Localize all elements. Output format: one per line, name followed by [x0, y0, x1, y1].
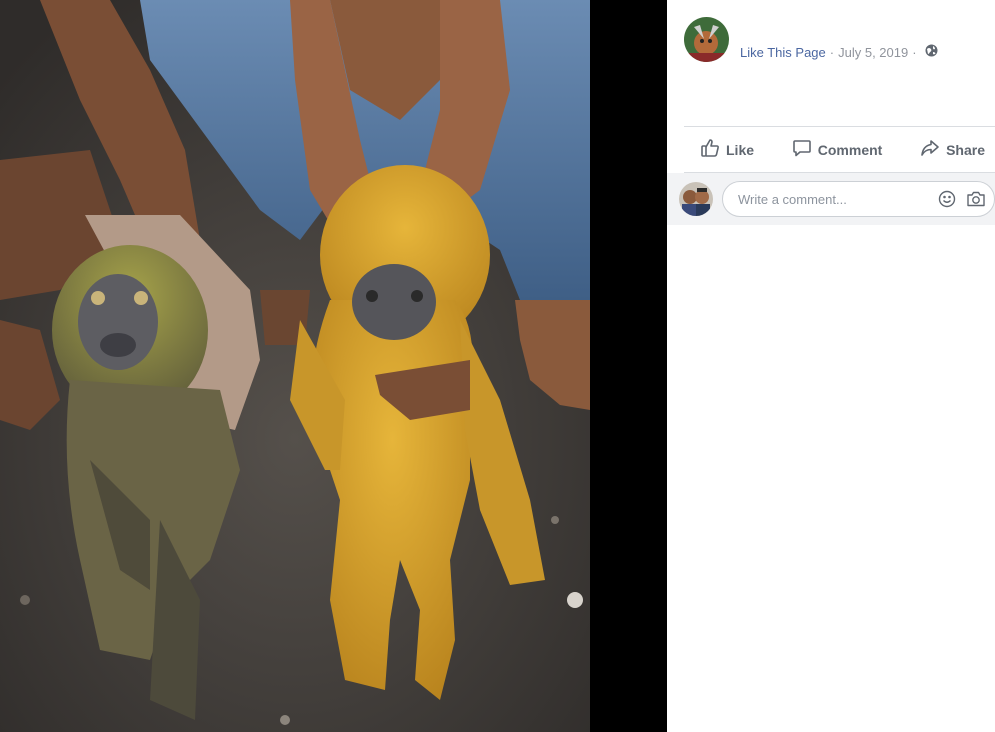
comment-label: Comment [817, 141, 883, 158]
meta-separator: · [829, 44, 835, 60]
comment-composer [667, 173, 995, 225]
page-avatar[interactable] [684, 17, 729, 62]
page-avatar-image [684, 17, 729, 62]
post-date[interactable]: July 5, 2019 [838, 45, 908, 60]
comment-input[interactable] [736, 190, 928, 208]
monkeys-photo [0, 0, 590, 732]
user-avatar[interactable] [679, 182, 713, 216]
meta-separator: · [912, 44, 917, 60]
speech-bubble-icon [792, 138, 812, 161]
thumbs-up-icon [700, 138, 720, 161]
share-arrow-icon [920, 138, 940, 161]
page-name-link[interactable]: Like This Page [740, 45, 826, 60]
post-meta: Like This Page · July 5, 2019 · [740, 44, 938, 60]
globe-icon[interactable] [925, 44, 938, 60]
share-label: Share [946, 141, 985, 158]
post-actions: Like Comment Share [684, 127, 995, 172]
comment-button[interactable]: Comment [792, 138, 883, 161]
user-avatar-image [679, 182, 713, 216]
post-photo[interactable] [0, 0, 590, 732]
comment-box[interactable] [722, 181, 995, 217]
like-button[interactable]: Like [700, 138, 754, 161]
camera-icon[interactable] [966, 190, 986, 208]
like-label: Like [726, 141, 755, 158]
share-button[interactable]: Share [920, 138, 985, 161]
photo-letterbox [590, 0, 667, 732]
smiley-icon[interactable] [938, 190, 956, 208]
post-sidebar: Like This Page · July 5, 2019 · Like Com… [667, 0, 995, 732]
